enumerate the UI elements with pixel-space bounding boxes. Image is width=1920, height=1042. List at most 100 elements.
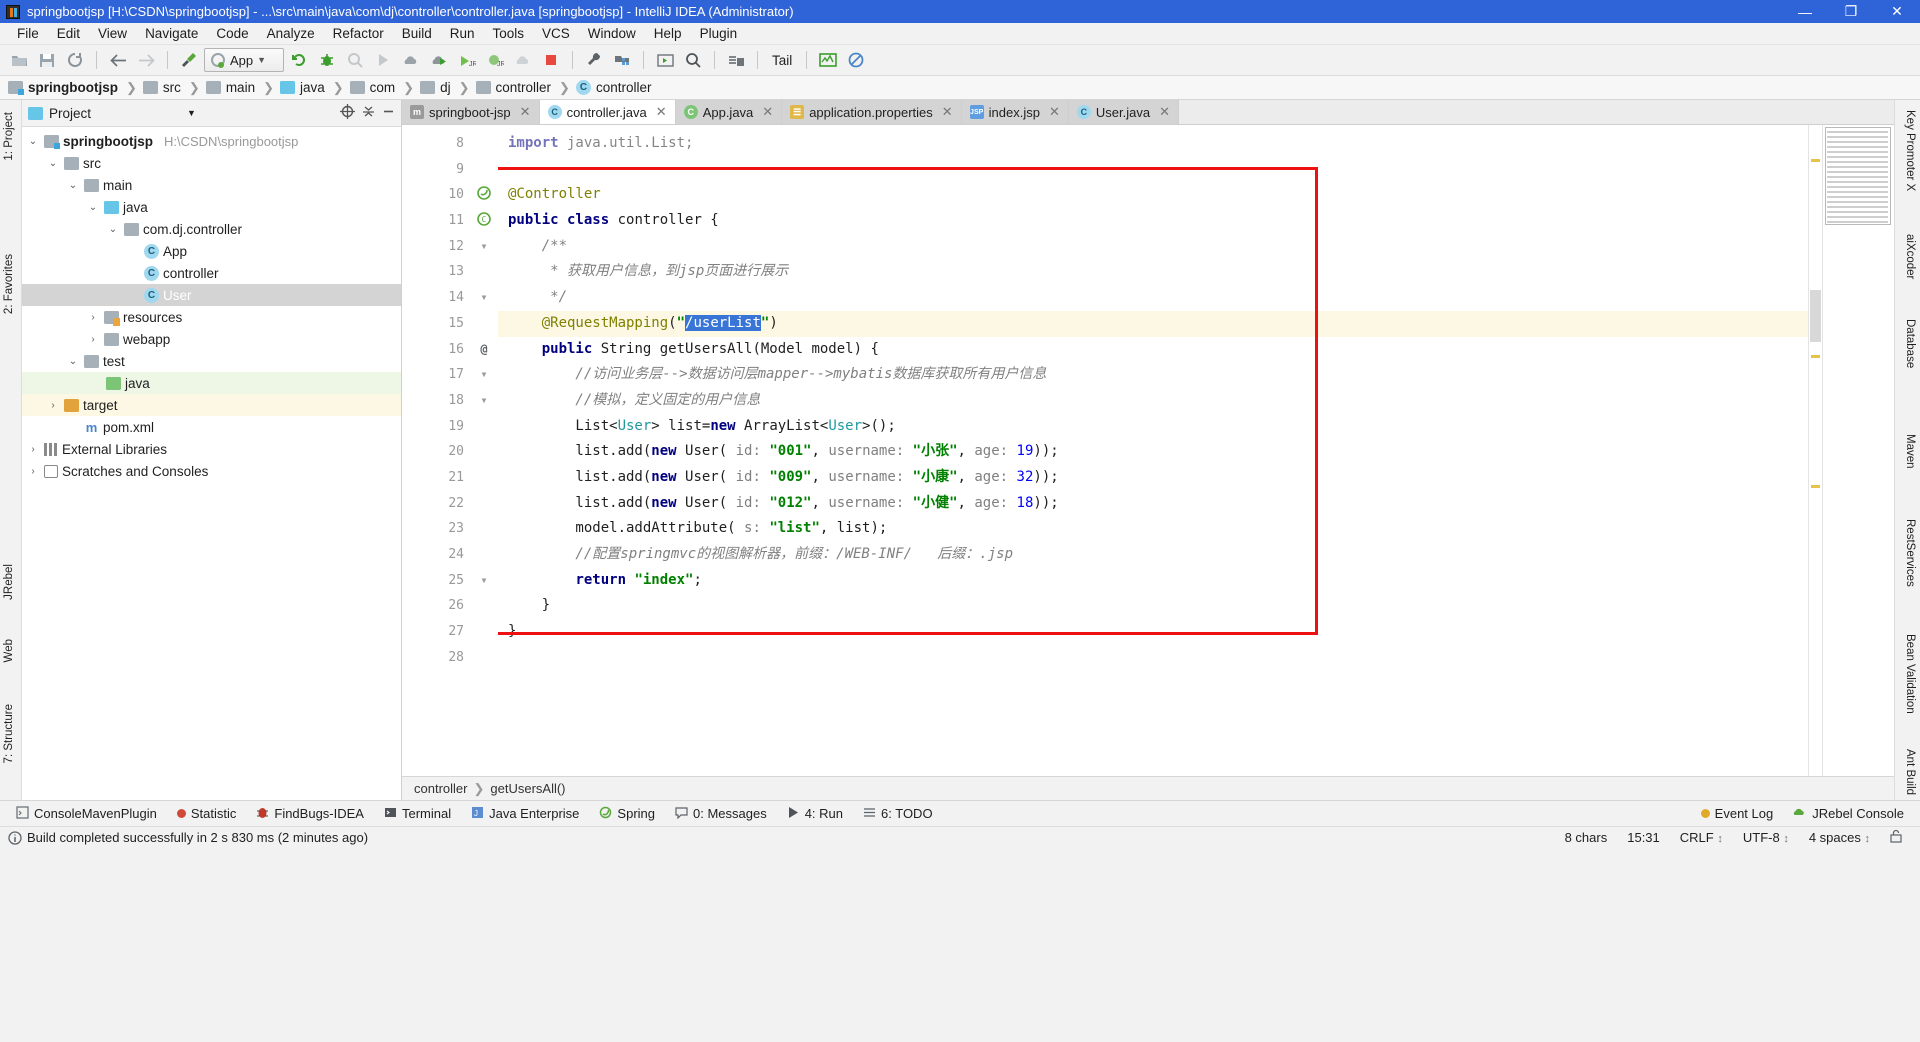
breadcrumb-item-springbootjsp[interactable]: springbootjsp ❯: [8, 80, 140, 96]
code-line[interactable]: list.add(new User( id: "001", username: …: [498, 439, 1808, 465]
tab-app-java[interactable]: C App.java ✕: [675, 100, 783, 124]
stripe-marker[interactable]: [1811, 485, 1820, 488]
status-caret-position[interactable]: 15:31: [1617, 830, 1670, 845]
scrollbar-thumb[interactable]: [1810, 290, 1821, 342]
breadcrumb-item-java[interactable]: java ❯: [279, 80, 347, 96]
back-arrow-icon[interactable]: [105, 48, 131, 72]
status-message[interactable]: Build completed successfully in 2 s 830 …: [27, 830, 368, 845]
tab-controller-java[interactable]: C controller.java ✕: [539, 100, 676, 124]
terminal-icon[interactable]: [652, 48, 678, 72]
maximize-button[interactable]: ❐: [1828, 0, 1874, 23]
rerun-icon[interactable]: [286, 48, 312, 72]
target-icon[interactable]: [340, 104, 356, 122]
menu-item-code[interactable]: Code: [207, 26, 257, 41]
sidebar-item-jrebel[interactable]: JRebel: [1, 560, 17, 604]
menu-item-tools[interactable]: Tools: [484, 26, 534, 41]
tab-application-properties[interactable]: ☰ application.properties ✕: [782, 100, 962, 124]
right-tool-rail[interactable]: Key Promoter X aiXcoder Database Maven R…: [1894, 100, 1920, 800]
error-stripe[interactable]: [1808, 125, 1822, 776]
code-line[interactable]: /**: [498, 234, 1808, 260]
chevron-down-icon[interactable]: ⌄: [66, 180, 80, 191]
tree-node-test[interactable]: ⌄ test: [22, 350, 401, 372]
tool-button-run[interactable]: 4: Run: [779, 803, 851, 825]
menu-bar[interactable]: File Edit View Navigate Code Analyze Ref…: [0, 23, 1920, 45]
spring-bean-icon[interactable]: [470, 182, 498, 208]
minimize-button[interactable]: —: [1782, 0, 1828, 23]
deploy-icon[interactable]: [723, 48, 749, 72]
menu-item-edit[interactable]: Edit: [48, 26, 89, 41]
code-line[interactable]: return "index";: [498, 568, 1808, 594]
build-hammer-icon[interactable]: [176, 48, 202, 72]
tree-node-springbootjsp[interactable]: ⌄ springbootjsp H:\CSDN\springbootjsp: [22, 130, 401, 152]
breadcrumb-item-src[interactable]: src ❯: [142, 80, 203, 96]
hide-icon[interactable]: [382, 105, 395, 121]
chevron-updown-icon[interactable]: ↕: [1865, 833, 1871, 845]
fold-marker[interactable]: ▾: [470, 234, 498, 260]
tree-node-controller[interactable]: C controller: [22, 262, 401, 284]
tree-node-main[interactable]: ⌄ main: [22, 174, 401, 196]
code-line[interactable]: [498, 157, 1808, 183]
tool-button-console-maven-plugin[interactable]: ConsoleMavenPlugin: [8, 803, 165, 825]
breadcrumb-item-dj[interactable]: dj ❯: [420, 80, 472, 96]
sidebar-item-structure[interactable]: 7: Structure: [1, 700, 17, 767]
status-indent[interactable]: 4 spaces ↕: [1799, 830, 1880, 845]
jrebel-disabled-icon[interactable]: [510, 48, 536, 72]
tree-node-resources[interactable]: › resources: [22, 306, 401, 328]
close-button[interactable]: ✕: [1874, 0, 1920, 23]
project-panel-header[interactable]: Project ▼: [22, 100, 401, 127]
code-line[interactable]: //访问业务层-->数据访问层mapper-->mybatis数据库获取所有用户…: [498, 362, 1808, 388]
minimap-viewport[interactable]: [1825, 127, 1891, 225]
tree-node-external-libraries[interactable]: › External Libraries: [22, 438, 401, 460]
menu-item-plugin[interactable]: Plugin: [691, 26, 747, 41]
code-line[interactable]: [498, 645, 1808, 671]
stop-red-icon[interactable]: [538, 48, 564, 72]
sidebar-item-aixcoder[interactable]: aiXcoder: [1902, 230, 1918, 283]
code-line[interactable]: //配置springmvc的视图解析器，前缀：/WEB-INF/ 后缀：.jsp: [498, 542, 1808, 568]
tab-springboot-jsp[interactable]: m springboot-jsp ✕: [402, 100, 540, 124]
close-icon[interactable]: ✕: [656, 104, 667, 120]
code-line[interactable]: public String getUsersAll(Model model) {: [498, 337, 1808, 363]
close-icon[interactable]: ✕: [1049, 104, 1060, 120]
tree-node-user[interactable]: C User: [22, 284, 401, 306]
menu-item-vcs[interactable]: VCS: [533, 26, 579, 41]
breadcrumb-item-controller-pkg[interactable]: controller ❯: [475, 80, 573, 96]
menu-item-file[interactable]: File: [8, 26, 48, 41]
status-encoding[interactable]: UTF-8 ↕: [1733, 830, 1799, 845]
editor-breadcrumb-method[interactable]: getUsersAll(): [490, 781, 565, 796]
main-toolbar[interactable]: App ▼ JR JR Tail: [0, 45, 1920, 76]
code-line[interactable]: model.addAttribute( s: "list", list);: [498, 516, 1808, 542]
project-tool-window[interactable]: Project ▼ ⌄ springbootjsp H:\CSDN\spring…: [22, 100, 402, 800]
code-line-highlighted[interactable]: @RequestMapping("/userList"): [498, 310, 1808, 337]
close-icon[interactable]: ✕: [1159, 104, 1170, 120]
stripe-marker[interactable]: [1811, 355, 1820, 358]
jrebel-gray-icon[interactable]: [398, 48, 424, 72]
tool-button-todo[interactable]: 6: TODO: [855, 803, 941, 825]
menu-item-build[interactable]: Build: [393, 26, 441, 41]
sync-icon[interactable]: [62, 48, 88, 72]
profile-icon[interactable]: [370, 48, 396, 72]
code-line[interactable]: }: [498, 593, 1808, 619]
tree-node-app[interactable]: C App: [22, 240, 401, 262]
project-structure-icon[interactable]: [609, 48, 635, 72]
chevron-updown-icon[interactable]: ↕: [1717, 833, 1723, 845]
menu-item-analyze[interactable]: Analyze: [258, 26, 324, 41]
chevron-down-icon[interactable]: ▼: [187, 108, 196, 118]
tree-node-scratches[interactable]: › Scratches and Consoles: [22, 460, 401, 482]
code-line[interactable]: list.add(new User( id: "009", username: …: [498, 465, 1808, 491]
save-icon[interactable]: [34, 48, 60, 72]
collapse-all-icon[interactable]: [361, 104, 376, 122]
tree-node-java-test[interactable]: java: [22, 372, 401, 394]
bottom-tool-window-bar[interactable]: ConsoleMavenPlugin Statistic FindBugs-ID…: [0, 800, 1920, 826]
code-line[interactable]: //模拟，定义固定的用户信息: [498, 388, 1808, 414]
status-lock[interactable]: [1880, 829, 1912, 846]
gutter-icons[interactable]: C ▾ ▾ @ ▾ ▾ ▾: [470, 125, 498, 776]
fold-marker[interactable]: ▾: [470, 285, 498, 311]
jrebel-run-icon[interactable]: [426, 48, 452, 72]
chevron-down-icon[interactable]: ⌄: [106, 224, 120, 235]
status-line-separator[interactable]: CRLF ↕: [1670, 830, 1733, 845]
tab-user-java[interactable]: C User.java ✕: [1068, 100, 1179, 124]
jrebel-debug-icon[interactable]: JR: [454, 48, 480, 72]
editor-breadcrumb[interactable]: controller ❯ getUsersAll(): [402, 776, 1894, 800]
coverage-icon[interactable]: [342, 48, 368, 72]
chevron-right-icon[interactable]: ›: [46, 400, 60, 411]
